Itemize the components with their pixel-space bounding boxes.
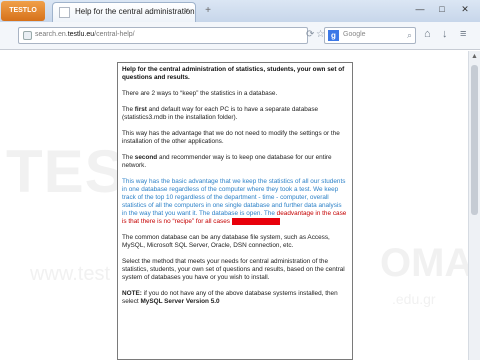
help-panel: Help for the central administration of s… (117, 62, 353, 360)
downloads-icon[interactable]: ↓ (442, 28, 448, 40)
tab-close-icon[interactable]: × (184, 6, 189, 15)
search-box[interactable]: g Google ⌕ (324, 27, 416, 44)
paragraph-select-method: Select the method that meets your needs … (122, 258, 345, 282)
close-window-button[interactable]: ✕ (454, 3, 476, 17)
navigation-bar: search.en.testlu.eu/central-help/ ⟳ ☆ g … (0, 22, 480, 50)
watermark-logo-right: OMA (380, 241, 474, 285)
menu-icon[interactable]: ≡ (460, 28, 466, 40)
vertical-scrollbar[interactable]: ▲ (468, 51, 480, 360)
page-viewport: TEST OMA www.test .edu.gr Help for the c… (0, 51, 480, 360)
page-icon (59, 7, 70, 18)
home-icon[interactable]: ⌂ (424, 28, 431, 40)
search-engine-icon[interactable]: g (328, 30, 339, 41)
paragraph-common-database: The common database can be any database … (122, 234, 330, 250)
window-controls: — □ ✕ (410, 3, 476, 17)
red-highlight-mark (231, 218, 280, 225)
paragraph-first-advantage: This way has the advantage that we do no… (122, 130, 340, 145)
paragraph-first-way: The first and default way for each PC is… (122, 106, 319, 121)
scrollbar-thumb[interactable] (471, 65, 478, 215)
paragraph-second-way: The second and recommender way is to kee… (122, 154, 332, 169)
tab-help[interactable]: Help for the central administration × (52, 2, 196, 22)
paragraph-note: NOTE: if you do not have any of the abov… (122, 290, 338, 306)
address-bar[interactable]: search.en.testlu.eu/central-help/ (18, 27, 308, 44)
paragraph-second-advantage: This way has the basic advantage that we… (122, 178, 347, 226)
tab-title: Help for the central administration (75, 7, 195, 16)
site-identity-icon[interactable] (23, 31, 32, 40)
search-placeholder: Google (343, 31, 366, 38)
browser-menu-button[interactable]: TESTLO (1, 1, 45, 21)
address-text: search.en.testlu.eu/central-help/ (35, 31, 135, 38)
maximize-button[interactable]: □ (432, 3, 452, 17)
search-icon[interactable]: ⌕ (407, 30, 412, 41)
paragraph-two-ways: There are 2 ways to “keep” the statistic… (122, 90, 278, 97)
watermark-url-left: www.test (30, 263, 111, 285)
help-heading: Help for the central administration of s… (122, 66, 345, 81)
scroll-up-arrow-icon[interactable]: ▲ (469, 51, 480, 63)
browser-titlebar: TESTLO Help for the central administrati… (0, 0, 480, 22)
new-tab-button[interactable]: + (202, 5, 214, 17)
minimize-button[interactable]: — (410, 3, 430, 17)
watermark-url-right: .edu.gr (392, 291, 436, 307)
reload-icon[interactable]: ⟳ (306, 29, 314, 40)
